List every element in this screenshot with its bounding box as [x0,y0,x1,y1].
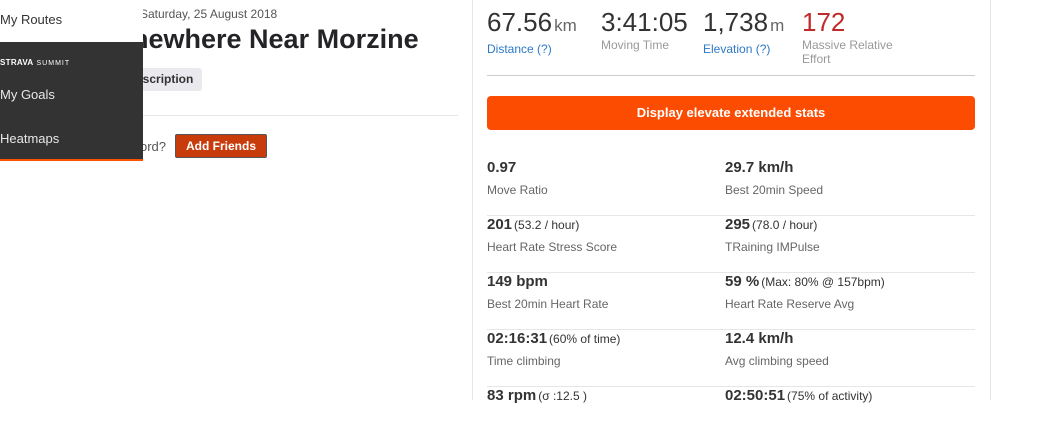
extended-stats-row: 02:16:31 (60% of time) Time climbing 12.4… [487,330,975,387]
extended-stats-row: 201 (53.2 / hour) Heart Rate Stress Score… [487,216,975,273]
elevation-help-link[interactable]: Elevation (?) [703,42,784,56]
dashboard-dropdown-menu: My Routes STRAVA SUMMIT My Goals Heatmaps [0,0,143,161]
distance-help-link[interactable]: Distance (?) [487,42,577,56]
panel-border-right [990,0,991,400]
stat-distance: 67.56 km Distance (?) [487,7,577,56]
stat-time-climbing: 02:16:31 (60% of time) Time climbing [487,330,621,368]
extended-stats-row: 0.97 Move Ratio 29.7 km/h Best 20min Spe… [487,159,975,216]
activity-date: Saturday, 25 August 2018 [140,7,278,21]
stat-elevation: 1,738 m Elevation (?) [703,7,785,56]
activity-title: newhere Near Morzine [132,24,419,54]
menu-item-my-goals[interactable]: My Goals [0,87,55,102]
stat-relative-effort: 172 Massive Relative Effort [802,7,893,66]
stat-avg-climbing-speed: 12.4 km/h Avg climbing speed [725,330,829,368]
stat-trimp: 295 (78.0 / hour) TRaining IMPulse [725,216,820,254]
strava-summit-logo: STRAVA SUMMIT [0,58,71,67]
stat-moving-time: 3:41:05 Moving Time [601,7,688,52]
menu-item-heatmaps[interactable]: Heatmaps [0,131,59,146]
stat-cadence: 83 rpm (σ :12.5 ) [487,387,587,404]
stat-hrss: 201 (53.2 / hour) Heart Rate Stress Score [487,216,618,254]
friends-question: ord? [140,139,167,154]
add-friends-button[interactable]: Add Friends [175,134,268,158]
extended-stats-row: 83 rpm (σ :12.5 ) 02:50:51 (75% of activit… [487,387,975,444]
stat-hr-reserve: 59 % (Max: 80% @ 157bpm) Heart Rate Reser… [725,273,885,311]
stat-cadence-time: 02:50:51 (75% of activity) [725,387,873,404]
stat-best-20min-hr: 149 bpm Best 20min Heart Rate [487,273,609,311]
stat-best-20min-speed: 29.7 km/h Best 20min Speed [725,159,824,197]
stat-move-ratio: 0.97 Move Ratio [487,159,548,197]
extended-stats-row: 149 bpm Best 20min Heart Rate 59 % (Max: … [487,273,975,330]
stats-divider [487,75,975,76]
elevate-extended-stats-button[interactable]: Display elevate extended stats [487,96,975,130]
divider [132,115,458,116]
panel-border-left [472,0,473,400]
menu-item-my-routes[interactable]: My Routes [0,12,62,27]
